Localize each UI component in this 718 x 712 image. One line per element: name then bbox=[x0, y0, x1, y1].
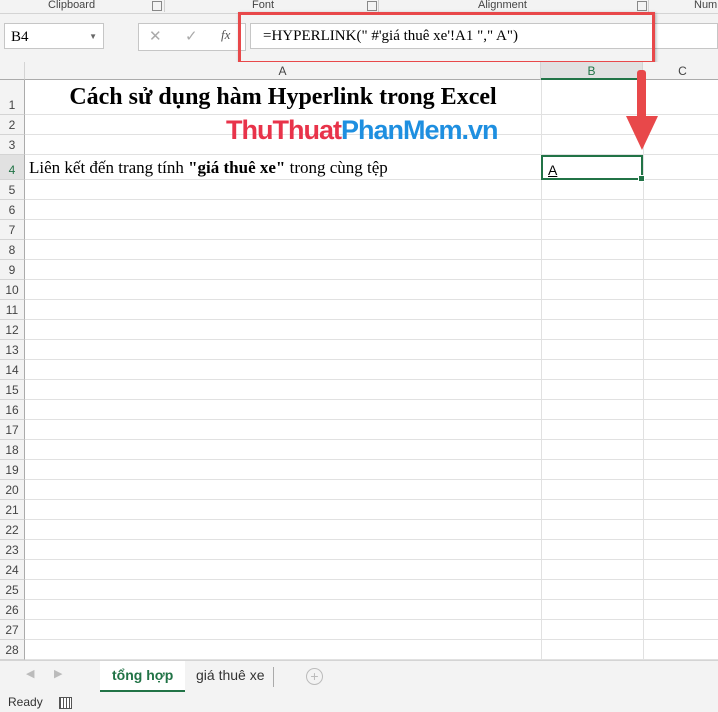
logo-part: .vn bbox=[461, 115, 499, 145]
gridline bbox=[25, 219, 718, 220]
gridline bbox=[25, 619, 718, 620]
gridline bbox=[25, 299, 718, 300]
row-header[interactable]: 4 bbox=[0, 155, 25, 180]
row-header[interactable]: 17 bbox=[0, 420, 25, 440]
dialog-launcher-icon[interactable] bbox=[367, 1, 377, 11]
cell-a1[interactable]: Cách sử dụng hàm Hyperlink trong Excel bbox=[25, 84, 541, 111]
row-header[interactable]: 25 bbox=[0, 580, 25, 600]
spreadsheet-grid[interactable]: A B C Cách sử dụng hàm Hyperlink trong E… bbox=[0, 62, 718, 660]
row-header[interactable]: 6 bbox=[0, 200, 25, 220]
row-header[interactable]: 13 bbox=[0, 340, 25, 360]
group-font: Font bbox=[252, 0, 275, 11]
text: Liên kết đến trang tính bbox=[29, 158, 189, 177]
gridline bbox=[25, 239, 718, 240]
row-header[interactable]: 11 bbox=[0, 300, 25, 320]
name-box[interactable]: B4 ▼ bbox=[4, 23, 104, 49]
row-header[interactable]: 15 bbox=[0, 380, 25, 400]
gridline bbox=[25, 359, 718, 360]
gridline bbox=[25, 319, 718, 320]
row-header[interactable]: 26 bbox=[0, 600, 25, 620]
bold-text: "giá thuê xe" bbox=[188, 158, 286, 177]
highlight-box bbox=[238, 12, 655, 64]
row-header[interactable]: 1 bbox=[0, 80, 25, 115]
sheet-tab-bar: ◀ ▶ tổng hợp giá thuê xe + bbox=[0, 660, 718, 693]
row-header[interactable]: 2 bbox=[0, 115, 25, 135]
row-header[interactable]: 21 bbox=[0, 500, 25, 520]
insert-function-icon[interactable]: fx bbox=[221, 27, 230, 43]
gridline bbox=[25, 599, 718, 600]
formula-buttons: ✕ ✓ fx bbox=[138, 23, 246, 51]
enter-icon[interactable]: ✓ bbox=[185, 27, 198, 45]
fill-handle[interactable] bbox=[638, 175, 645, 182]
gridline bbox=[25, 579, 718, 580]
row-header[interactable]: 28 bbox=[0, 640, 25, 660]
status-text: Ready bbox=[8, 695, 43, 709]
gridline bbox=[25, 439, 718, 440]
divider bbox=[378, 0, 379, 12]
row-header[interactable]: 3 bbox=[0, 135, 25, 155]
chevron-down-icon[interactable]: ▼ bbox=[89, 24, 97, 50]
divider bbox=[648, 0, 649, 12]
cell-a4[interactable]: Liên kết đến trang tính "giá thuê xe" tr… bbox=[29, 158, 388, 178]
row-header[interactable]: 5 bbox=[0, 180, 25, 200]
row-header[interactable]: 12 bbox=[0, 320, 25, 340]
logo-part: PhanMem bbox=[340, 115, 463, 145]
row-header[interactable]: 20 bbox=[0, 480, 25, 500]
group-number: Num bbox=[694, 0, 718, 11]
scroll-left-icon[interactable]: ◀ bbox=[26, 667, 34, 680]
gridline bbox=[25, 259, 718, 260]
row-header[interactable]: 9 bbox=[0, 260, 25, 280]
gridline bbox=[25, 339, 718, 340]
gridline bbox=[25, 379, 718, 380]
status-bar: Ready bbox=[0, 692, 718, 712]
add-sheet-icon[interactable]: + bbox=[306, 668, 323, 685]
row-header[interactable]: 8 bbox=[0, 240, 25, 260]
scroll-right-icon[interactable]: ▶ bbox=[54, 667, 62, 680]
gridline bbox=[25, 539, 718, 540]
hyperlink[interactable]: A bbox=[548, 162, 557, 178]
dialog-launcher-icon[interactable] bbox=[152, 1, 162, 11]
sheet-tab-gia-thue-xe[interactable]: giá thuê xe bbox=[184, 661, 277, 690]
gridline bbox=[25, 519, 718, 520]
row-header[interactable]: 10 bbox=[0, 280, 25, 300]
row-header[interactable]: 18 bbox=[0, 440, 25, 460]
row-header[interactable]: 19 bbox=[0, 460, 25, 480]
row-header[interactable]: 14 bbox=[0, 360, 25, 380]
sheet-tab-tong-hop[interactable]: tổng hợp bbox=[100, 661, 186, 693]
row-header[interactable]: 22 bbox=[0, 520, 25, 540]
gridline bbox=[25, 199, 718, 200]
select-all-button[interactable] bbox=[0, 62, 25, 80]
gridline bbox=[25, 419, 718, 420]
watermark-logo: ThuThuatPhanMem.vn bbox=[226, 115, 499, 146]
group-alignment: Alignment bbox=[478, 0, 527, 11]
row-header[interactable]: 27 bbox=[0, 620, 25, 640]
gridline bbox=[25, 499, 718, 500]
row-header[interactable]: 23 bbox=[0, 540, 25, 560]
gridline bbox=[25, 279, 718, 280]
divider bbox=[273, 667, 274, 687]
arrow-down-icon bbox=[626, 70, 658, 150]
row-header[interactable]: 24 bbox=[0, 560, 25, 580]
text: trong cùng tệp bbox=[285, 158, 388, 177]
cell-b4-selected[interactable]: A bbox=[541, 155, 645, 182]
gridline bbox=[25, 459, 718, 460]
gridline bbox=[643, 80, 644, 660]
gridline bbox=[25, 559, 718, 560]
cancel-icon[interactable]: ✕ bbox=[149, 27, 162, 45]
divider bbox=[164, 0, 165, 12]
dialog-launcher-icon[interactable] bbox=[637, 1, 647, 11]
row-header[interactable]: 7 bbox=[0, 220, 25, 240]
row-header[interactable]: 16 bbox=[0, 400, 25, 420]
gridline bbox=[25, 479, 718, 480]
gridline bbox=[25, 639, 718, 640]
logo-part: ThuThuat bbox=[226, 115, 342, 145]
macro-record-icon[interactable] bbox=[59, 697, 72, 709]
column-header-a[interactable]: A bbox=[25, 62, 541, 80]
gridline bbox=[25, 399, 718, 400]
name-box-value: B4 bbox=[11, 29, 29, 45]
group-clipboard: Clipboard bbox=[48, 0, 96, 11]
